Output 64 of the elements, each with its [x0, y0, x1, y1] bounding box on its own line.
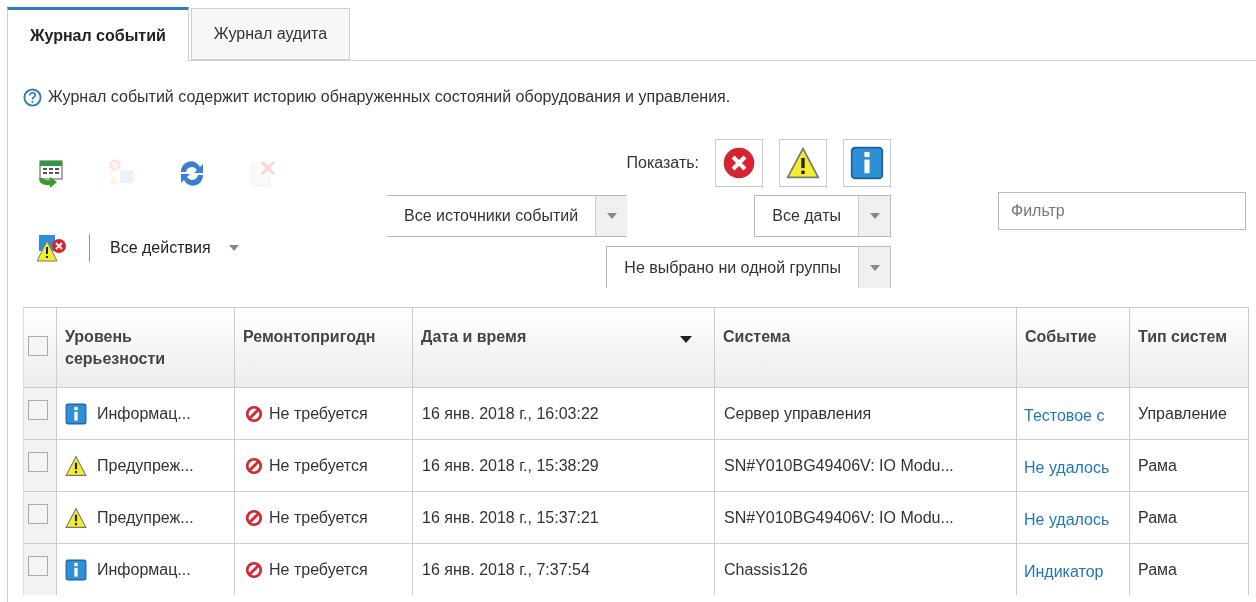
warning-icon: [65, 506, 87, 529]
table-cell-text: SN#Y010BG49406V: IO Modu...: [724, 455, 954, 476]
table-cell-text: Управление: [1138, 403, 1227, 424]
table-cell-text: Рама: [1138, 507, 1177, 528]
caret-icon: [869, 213, 880, 219]
row-checkbox[interactable]: [28, 452, 48, 472]
event-link[interactable]: Не удалось: [1024, 455, 1110, 480]
caret-icon: [606, 213, 617, 219]
tab[interactable]: Журнал событий: [7, 7, 189, 61]
info-filter-button[interactable]: [843, 139, 891, 187]
dropdown-value: Все источники событий: [403, 206, 580, 226]
event-link[interactable]: Не удалось: [1024, 507, 1110, 532]
info-icon: [65, 558, 87, 581]
row-checkbox[interactable]: [28, 504, 48, 524]
caret-icon: [228, 245, 239, 251]
error-filter-button[interactable]: [715, 139, 763, 187]
select-all-checkbox[interactable]: [28, 336, 48, 356]
event-link[interactable]: Индикатор: [1024, 559, 1104, 584]
table-cell-text: Рама: [1138, 559, 1177, 580]
column-header[interactable]: Уровень серьезности: [65, 326, 195, 370]
table-cell-text: Chassis126: [724, 559, 808, 580]
dropdown-value: Все даты: [771, 206, 842, 226]
column-header[interactable]: Ремонтопригодн: [243, 326, 376, 348]
not-allowed-icon: [245, 508, 263, 527]
not-allowed-icon: [245, 404, 263, 423]
table-cell-text: 16 янв. 2018 г., 15:37:21: [422, 507, 599, 528]
filter-field[interactable]: Фильтр: [998, 192, 1246, 230]
not-allowed-icon: [245, 560, 263, 579]
table-cell-text: SN#Y010BG49406V: IO Modu...: [724, 507, 954, 528]
table-cell-text: Рама: [1138, 455, 1177, 476]
table-cell-text: Предупреж...: [97, 507, 194, 528]
table-cell-text: Информац...: [97, 403, 191, 424]
help-icon[interactable]: [23, 87, 42, 107]
table-cell-text: Предупреж...: [97, 455, 194, 476]
warning-filter-button[interactable]: [779, 139, 827, 187]
table-cell-text: Не требуется: [269, 507, 368, 528]
event-link[interactable]: Тестовое с: [1024, 403, 1105, 428]
column-header[interactable]: Тип систем: [1138, 326, 1228, 348]
table-cell-text: 16 янв. 2018 г., 15:38:29: [422, 455, 599, 476]
show-label: Показать:: [626, 153, 699, 173]
table-cell-text: 16 янв. 2018 г., 16:03:22: [422, 403, 599, 424]
dropdown[interactable]: Все даты: [754, 195, 891, 237]
table-cell-text: Информац...: [97, 559, 191, 580]
column-header[interactable]: Система: [723, 326, 791, 348]
caret-icon: [869, 264, 880, 271]
not-allowed-icon: [245, 456, 263, 475]
dropdown-value: Не выбрано ни одной группы: [623, 257, 842, 278]
help-text: Журнал событий содержит историю обнаруженных состояний оборудования и управления.: [48, 87, 731, 107]
table-cell-text: Не требуется: [269, 559, 368, 580]
sort-descending-icon: [680, 336, 692, 343]
column-header[interactable]: Событие: [1025, 326, 1097, 348]
table-cell-text: 16 янв. 2018 г., 7:37:54: [422, 559, 590, 580]
table-cell-text: Не требуется: [269, 455, 368, 476]
table-cell-text: Не требуется: [269, 403, 368, 424]
table-cell-text: Сервер управления: [724, 403, 872, 424]
row-checkbox[interactable]: [28, 400, 48, 420]
info-icon: [65, 402, 87, 425]
tab[interactable]: Журнал аудита: [190, 8, 351, 60]
warning-icon: [65, 454, 87, 477]
dropdown[interactable]: Не выбрано ни одной группы: [606, 246, 891, 288]
row-checkbox[interactable]: [28, 556, 48, 576]
column-header[interactable]: Дата и время: [421, 326, 527, 348]
actions-menu[interactable]: Все действия: [110, 236, 239, 260]
dropdown[interactable]: Все источники событий: [387, 195, 628, 237]
